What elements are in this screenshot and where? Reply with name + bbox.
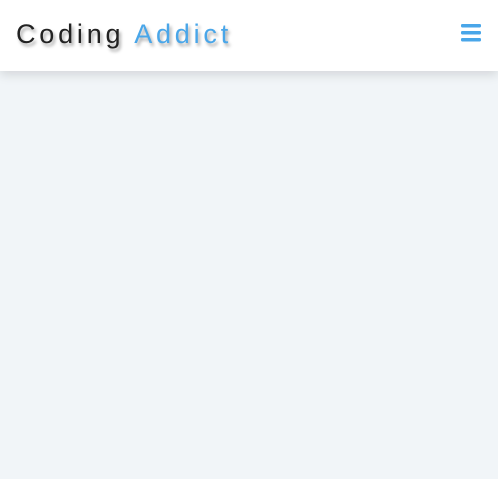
logo-accent-text: Addict — [134, 19, 233, 49]
hamburger-menu-icon — [461, 24, 481, 42]
navbar: Coding Addict — [0, 0, 498, 71]
logo[interactable]: Coding Addict — [16, 17, 232, 51]
main-content-area — [0, 71, 498, 479]
logo-primary-text: Coding — [16, 19, 125, 49]
menu-toggle-button[interactable] — [458, 22, 484, 44]
